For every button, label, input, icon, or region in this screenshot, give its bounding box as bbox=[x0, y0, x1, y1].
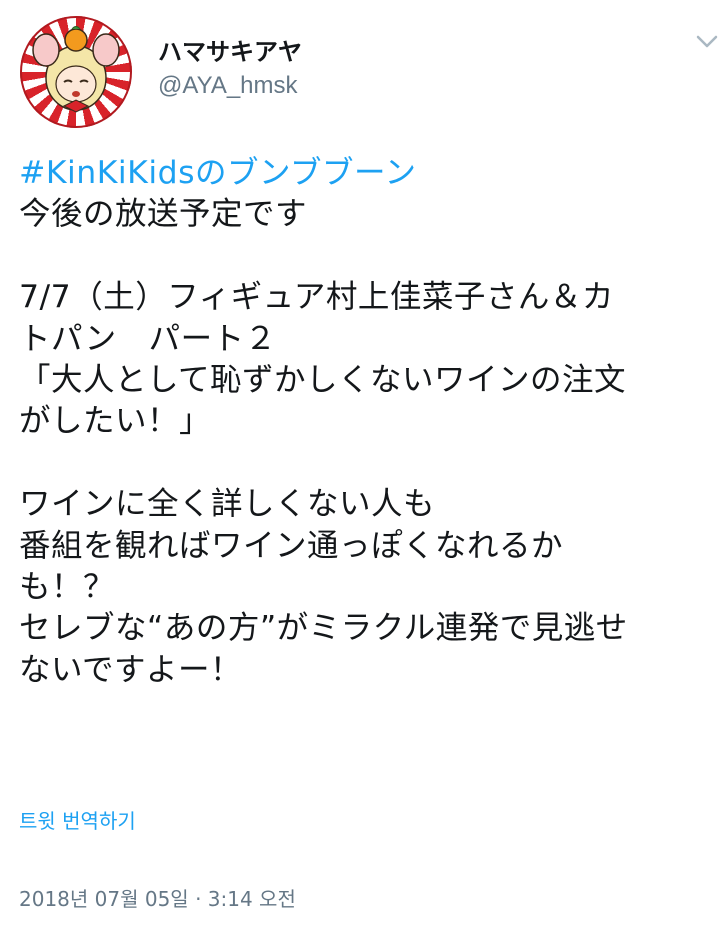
tweet-header: ハマサキアヤ @AYA_hmsk bbox=[0, 0, 720, 140]
author-display-name[interactable]: ハマサキアヤ bbox=[158, 38, 302, 66]
translate-tweet-link[interactable]: 트윗 번역하기 bbox=[19, 806, 136, 836]
chevron-down-icon[interactable] bbox=[694, 28, 720, 54]
tweet-line: トパン パート２ bbox=[19, 320, 277, 357]
tweet-line: 7/7（土）フィギュア村上佳菜子さん＆カ bbox=[19, 279, 614, 316]
tweet-timestamp[interactable]: 2018년 07월 05일 · 3:14 오전 bbox=[19, 884, 296, 914]
tweet-text: #KinKiKidsのブンブブーン 今後の放送予定です 7/7（土）フィギュア村… bbox=[19, 153, 709, 691]
tweet-line bbox=[19, 443, 709, 484]
tweet-line: がしたい！」 bbox=[19, 403, 212, 440]
tweet-line: セレブな“あの方”がミラクル連発で見逃せ bbox=[19, 610, 628, 647]
tweet-line: 今後の放送予定です bbox=[19, 196, 308, 233]
tweet-line: 番組を観ればワイン通っぽくなれるか bbox=[19, 527, 564, 564]
tweet-line bbox=[19, 236, 709, 277]
author-handle[interactable]: @AYA_hmsk bbox=[158, 72, 298, 100]
tweet-line: 「大人として恥ずかしくないワインの注文 bbox=[19, 361, 627, 398]
tweet-line: ワインに全く詳しくない人も bbox=[19, 486, 436, 523]
hashtag-link[interactable]: #KinKiKidsのブンブブーン bbox=[19, 155, 416, 191]
tweet-line: も！？ bbox=[19, 568, 116, 605]
tweet-line: #KinKiKidsのブンブブーン bbox=[19, 153, 709, 194]
avatar[interactable] bbox=[20, 16, 132, 128]
tweet-line: ないですよー！ bbox=[19, 651, 243, 688]
avatar-illustration bbox=[32, 26, 120, 113]
